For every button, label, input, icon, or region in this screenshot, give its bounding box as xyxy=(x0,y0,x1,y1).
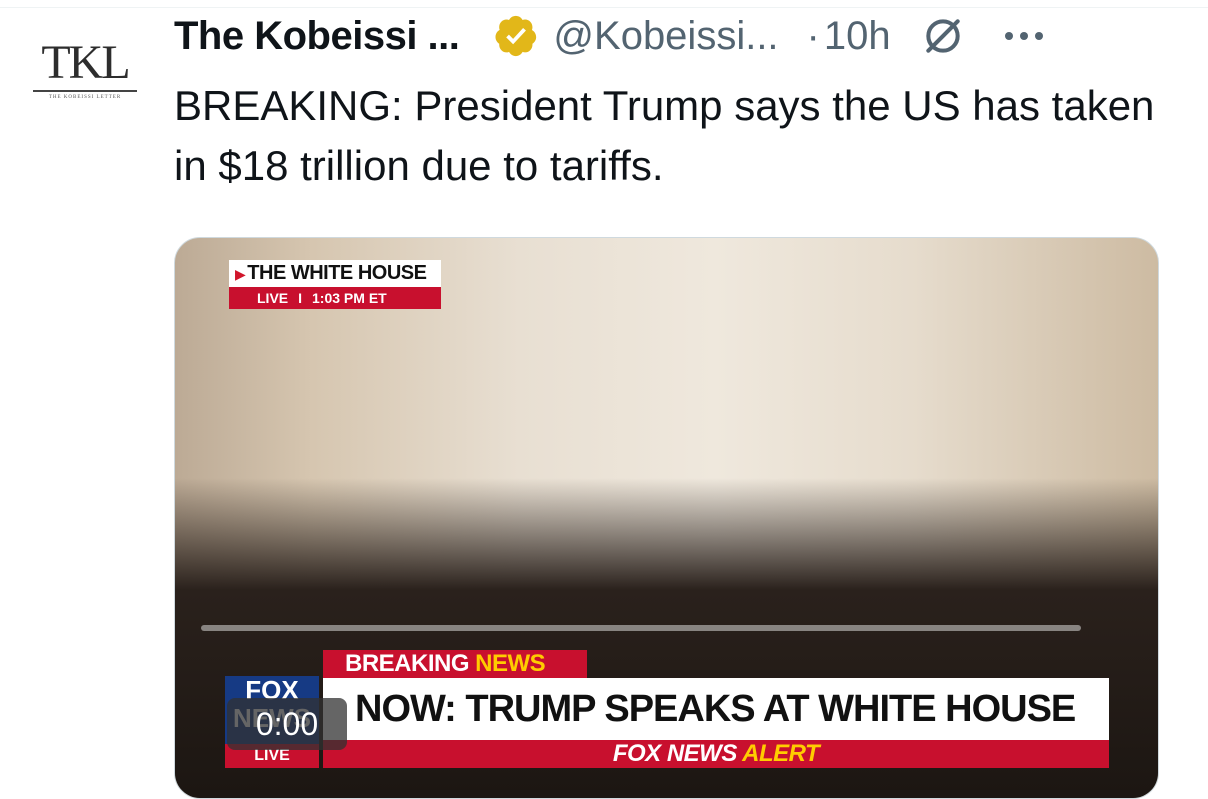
live-label: LIVE xyxy=(257,290,289,306)
live-time: 1:03 PM ET xyxy=(312,290,387,306)
video-progress-bar[interactable] xyxy=(201,625,1081,631)
avatar-subtext: THE KOBEISSI LETTER xyxy=(48,94,122,100)
alert-fox-news: FOX NEWS xyxy=(612,740,743,767)
chyron-headline: NOW: TRUMP SPEAKS AT WHITE HOUSE xyxy=(323,678,1109,740)
more-icon[interactable] xyxy=(1004,32,1043,40)
alert-word: ALERT xyxy=(742,740,820,767)
video-timestamp: 0:00 xyxy=(227,698,347,750)
grok-icon[interactable] xyxy=(921,14,965,58)
separator-dot: · xyxy=(806,13,820,58)
breaking-news-label: BREAKING NEWS xyxy=(323,650,587,678)
avatar[interactable]: TKL THE KOBEISSI LETTER xyxy=(26,14,144,124)
live-separator: I xyxy=(298,290,303,306)
author-name[interactable]: The Kobeissi ... xyxy=(174,14,460,59)
verified-badge-icon[interactable] xyxy=(493,13,539,59)
play-triangle-icon: ▶ xyxy=(235,266,246,282)
post-time[interactable]: 10h xyxy=(824,14,891,59)
location-tag: ▶ THE WHITE HOUSE LIVE I 1:03 PM ET xyxy=(229,260,441,309)
post-text: BREAKING: President Trump says the US ha… xyxy=(174,82,1155,189)
top-divider xyxy=(0,7,1208,8)
breaking-word: BREAKING xyxy=(345,650,476,677)
video-player[interactable]: ▶ THE WHITE HOUSE LIVE I 1:03 PM ET BREAK… xyxy=(174,237,1159,799)
fox-news-alert-bar: FOX NEWS ALERT xyxy=(323,740,1109,768)
avatar-rule xyxy=(33,89,137,92)
news-word: NEWS xyxy=(475,650,546,677)
location-label: THE WHITE HOUSE xyxy=(247,262,427,284)
author-handle[interactable]: @Kobeissi... xyxy=(553,14,778,59)
avatar-monogram: TKL xyxy=(41,35,130,89)
post-header: The Kobeissi ... @Kobeissi... · 10h xyxy=(174,10,1043,62)
